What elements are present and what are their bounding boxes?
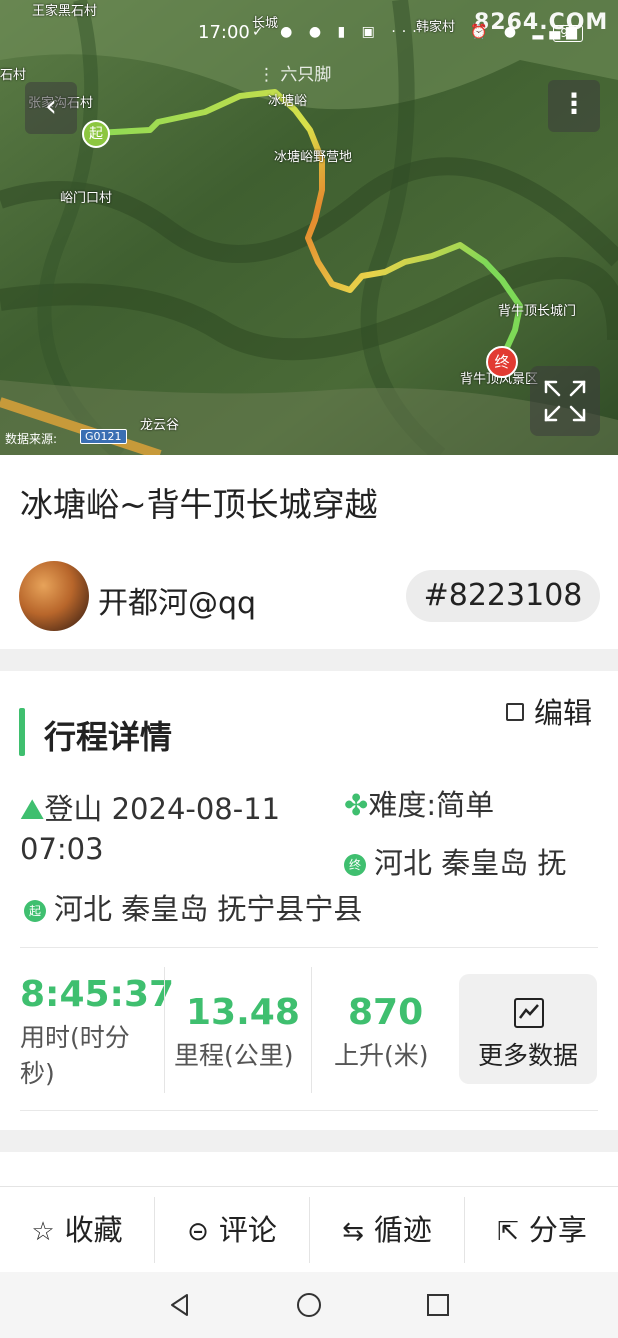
map-label: 峪门口村 [60, 191, 113, 206]
duration-label: 用时(时分秒) [20, 1023, 130, 1088]
distance-value: 13.48 [186, 992, 300, 1033]
start-marker[interactable]: 起 [82, 120, 110, 148]
share-label: 分享 [528, 1213, 587, 1247]
map-label: 背牛顶长城门 [498, 304, 577, 319]
route-map[interactable]: 8264.COM 17:00 ✓ ● ● ▮ ▣ ··· ⏰ ● ▂▄▆ 93 … [0, 0, 618, 455]
nav-recents-icon[interactable] [423, 1290, 453, 1320]
start-location-icon: 起 [24, 900, 46, 922]
map-label: 龙云谷 [140, 418, 180, 433]
divider [20, 1110, 598, 1111]
section-title: 行程详情 [44, 718, 173, 756]
back-button[interactable]: ‹ [25, 82, 77, 134]
end-location: 终河北 秦皇岛 抚 [344, 840, 566, 882]
highway-label: G0121 [80, 429, 127, 444]
puzzle-icon: ✤ [344, 788, 369, 822]
section-accent-bar [19, 708, 25, 756]
favorite-button[interactable]: ☆ 收藏 [0, 1187, 154, 1273]
edit-label: 编辑 [534, 696, 593, 730]
avatar[interactable] [19, 561, 89, 631]
ascent-value: 870 [348, 992, 424, 1033]
comment-button[interactable]: ⊝ 评论 [155, 1187, 309, 1273]
action-bar: ☆ 收藏 ⊝ 评论 ⇆ 循迹 ⇱ 分享 [0, 1186, 618, 1272]
battery-icon: 93 [553, 25, 583, 42]
star-icon: ☆ [31, 1217, 55, 1247]
activity-date: 登山 2024-08-11 [44, 792, 281, 826]
difficulty-info: ✤难度:简单 [344, 782, 494, 824]
comment-label: 评论 [218, 1213, 277, 1247]
follow-track-label: 循迹 [373, 1213, 432, 1247]
nav-back-icon[interactable] [165, 1290, 195, 1320]
edit-button[interactable]: 编辑 [506, 690, 592, 732]
end-location-text: 河北 秦皇岛 抚 [374, 846, 567, 880]
share-icon: ⇱ [497, 1217, 519, 1247]
more-data-button[interactable]: 更多数据 [459, 974, 597, 1084]
difficulty-label: 难度:简单 [368, 788, 495, 822]
map-label: 长城 [252, 16, 279, 31]
map-label: 韩家村 [416, 20, 456, 35]
stat-separator [164, 967, 165, 1093]
map-label: 冰塘峪 [268, 94, 308, 109]
map-label: 石村 [0, 68, 27, 83]
follow-track-button[interactable]: ⇆ 循迹 [310, 1187, 464, 1273]
duration-value: 8:45:37 [20, 974, 175, 1015]
map-label: 王家黑石村 [32, 4, 98, 19]
start-location-text: 河北 秦皇岛 抚宁县宁县 [54, 892, 363, 926]
system-nav-bar [0, 1272, 618, 1338]
distance-label: 里程(公里) [174, 1041, 294, 1070]
trip-id-badge[interactable]: #8223108 [406, 570, 600, 622]
stat-separator [311, 967, 312, 1093]
fullscreen-button[interactable] [530, 366, 600, 436]
chart-icon [514, 998, 544, 1028]
more-vertical-icon: ⋮ [560, 87, 588, 120]
more-data-label: 更多数据 [477, 1041, 578, 1070]
trip-title: 冰塘峪~背牛顶长城穿越 [20, 485, 378, 524]
user-name[interactable]: 开都河@qq [98, 578, 256, 622]
chevron-left-icon: ‹ [45, 89, 57, 124]
section-divider [0, 649, 618, 671]
activity-info: ⛰登山 2024-08-11 [20, 786, 280, 828]
map-source-label: 数据来源: [5, 432, 58, 446]
nav-home-icon[interactable] [294, 1290, 324, 1320]
swap-icon: ⇆ [342, 1217, 364, 1247]
mountain-icon: ⛰ [20, 792, 45, 826]
activity-time: 07:03 [20, 832, 104, 866]
comment-icon: ⊝ [187, 1217, 209, 1247]
map-label: 冰塘峪野营地 [274, 150, 353, 165]
brand-logo: ⋮ 六只脚 [258, 65, 332, 85]
end-marker[interactable]: 终 [486, 346, 518, 378]
section-divider [0, 1130, 618, 1152]
status-time: 17:00 [198, 22, 250, 43]
edit-icon [506, 703, 524, 721]
expand-icon [544, 380, 586, 422]
favorite-label: 收藏 [64, 1213, 123, 1247]
end-location-icon: 终 [344, 854, 366, 876]
more-options-button[interactable]: ⋮ [548, 80, 600, 132]
start-location: 起河北 秦皇岛 抚宁县宁县 [24, 886, 362, 928]
ascent-label: 上升(米) [334, 1041, 429, 1070]
divider [20, 947, 598, 948]
status-bar: 17:00 ✓ ● ● ▮ ▣ ··· ⏰ ● ▂▄▆ 93 [0, 22, 618, 48]
share-button[interactable]: ⇱ 分享 [465, 1187, 618, 1273]
